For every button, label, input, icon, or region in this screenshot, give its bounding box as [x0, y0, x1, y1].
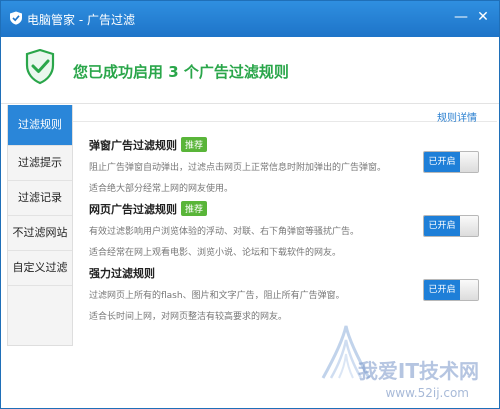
- recommend-badge: 推荐: [181, 201, 208, 216]
- watermark-text: 我爱IT技术网: [357, 359, 479, 383]
- sidebar: 过滤规则 过滤提示 过滤记录 不过滤网站 自定义过滤: [7, 105, 73, 346]
- title-bar[interactable]: 电脑管家 - 广告过滤 — ✕: [1, 1, 499, 37]
- watermark-url: www.52ij.com: [385, 386, 469, 400]
- rule-name: 弹窗广告过滤规则: [89, 139, 177, 152]
- close-icon[interactable]: ✕: [473, 7, 493, 27]
- toggle-knob: [460, 280, 478, 300]
- toggle-label: 已开启: [424, 280, 460, 300]
- rule-audience: 适合长时间上网，对网页整洁有较高要求的网友。: [89, 312, 288, 322]
- rule-toggle[interactable]: 已开启: [423, 279, 479, 301]
- rule-audience: 适合经常在网上观看电影、浏览小说、论坛和下载软件的网友。: [89, 248, 342, 258]
- panel-topbar: 规则详情: [73, 105, 497, 124]
- rule-toggle[interactable]: 已开启: [423, 215, 479, 237]
- rule-description: 阻止广告弹窗自动弹出，过滤点击网页上正常信息时附加弹出的广告弹窗。: [89, 163, 387, 173]
- toggle-knob: [460, 216, 478, 236]
- rule-details-link[interactable]: 规则详情: [437, 109, 477, 124]
- sidebar-item-filter-tips[interactable]: 过滤提示: [8, 146, 72, 181]
- sidebar-item-custom-filter[interactable]: 自定义过滤: [8, 251, 72, 286]
- rule-description: 过滤网页上所有的flash、图片和文字广告，阻止所有广告弹窗。: [89, 291, 345, 301]
- toggle-knob: [460, 152, 478, 172]
- shield-logo-icon: [10, 11, 22, 25]
- status-header: 您已成功启用 3 个广告过滤规则: [1, 37, 499, 104]
- rule-popup-ads: 弹窗广告过滤规则 推荐 阻止广告弹窗自动弹出，过滤点击网页上正常信息时附加弹出的广…: [89, 137, 479, 194]
- recommend-badge: 推荐: [181, 137, 208, 152]
- rule-web-ads: 网页广告过滤规则 推荐 有效过滤影响用户浏览体验的浮动、对联、右下角弹窗等骚扰广告…: [89, 201, 479, 258]
- status-headline: 您已成功启用 3 个广告过滤规则: [73, 63, 289, 81]
- toggle-label: 已开启: [424, 216, 460, 236]
- window-title: 电脑管家 - 广告过滤: [27, 13, 135, 27]
- app-window: 电脑管家 - 广告过滤 — ✕ 您已成功启用 3 个广告过滤规则 过滤规则 过滤…: [0, 0, 500, 409]
- rule-strong-filter: 强力过滤规则 过滤网页上所有的flash、图片和文字广告，阻止所有广告弹窗。 适…: [89, 265, 479, 322]
- sidebar-item-filter-log[interactable]: 过滤记录: [8, 181, 72, 216]
- toggle-label: 已开启: [424, 152, 460, 172]
- sidebar-item-whitelist[interactable]: 不过滤网站: [8, 216, 72, 251]
- shield-check-icon: [25, 49, 55, 85]
- rule-toggle[interactable]: 已开启: [423, 151, 479, 173]
- rule-name: 网页广告过滤规则: [89, 203, 177, 216]
- rule-description: 有效过滤影响用户浏览体验的浮动、对联、右下角弹窗等骚扰广告。: [89, 227, 360, 237]
- rule-audience: 适合绝大部分经常上网的网友使用。: [89, 184, 234, 194]
- minimize-icon[interactable]: —: [451, 7, 471, 27]
- rule-name: 强力过滤规则: [89, 267, 155, 280]
- sidebar-item-filter-rules[interactable]: 过滤规则: [8, 105, 72, 146]
